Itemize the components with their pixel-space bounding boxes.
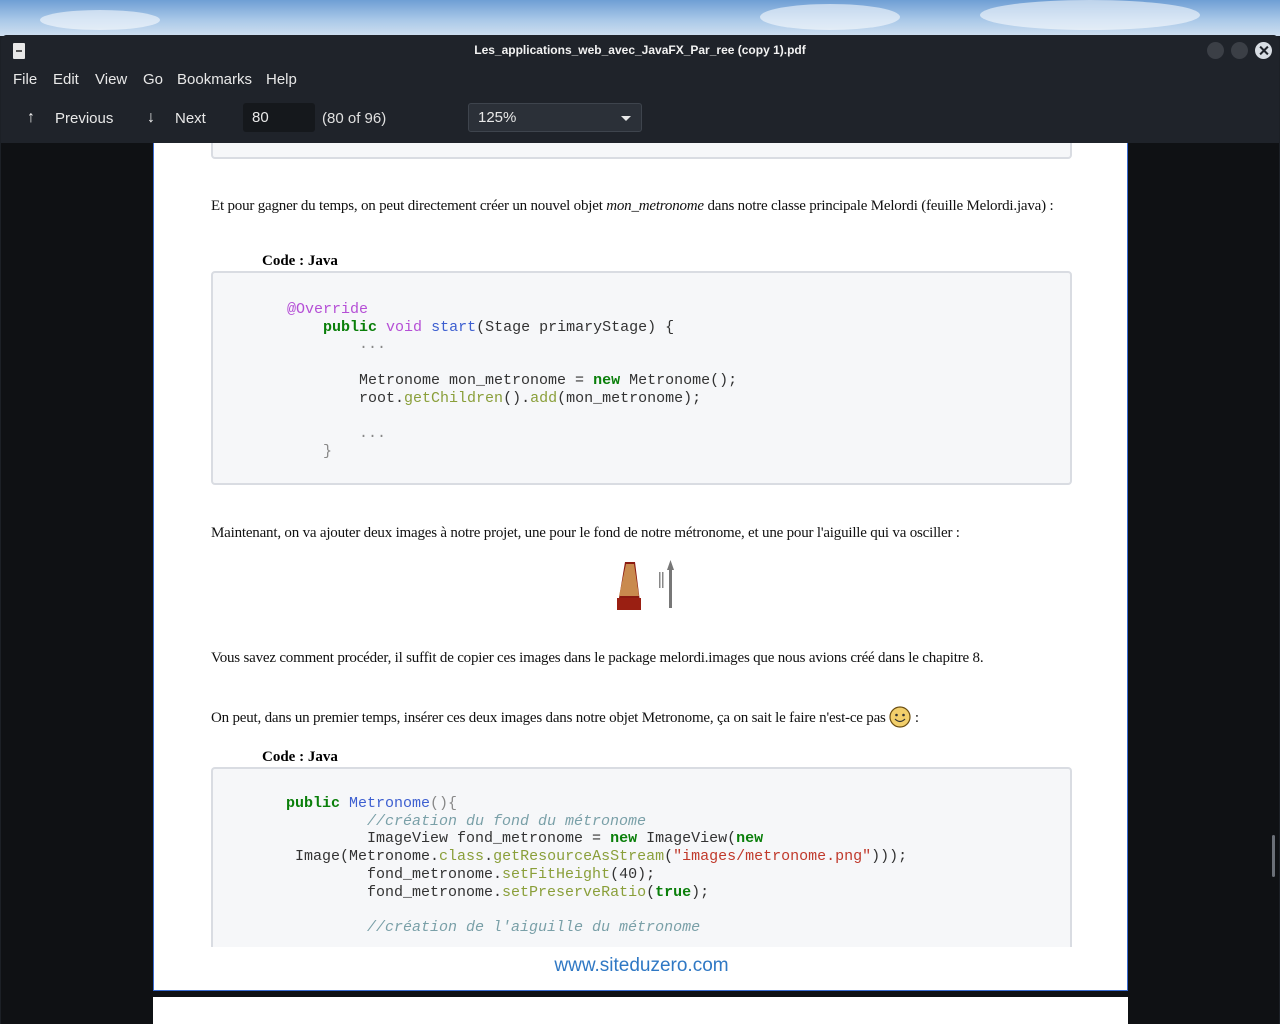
code-label: Code : Java xyxy=(262,749,338,765)
code-label: Code : Java xyxy=(262,253,338,269)
document-viewport[interactable]: Et pour gagner du temps, on peut directe… xyxy=(1,143,1279,1024)
dropdown-caret-icon xyxy=(621,116,631,121)
needle-image xyxy=(659,560,674,608)
pdf-viewer-window: Les_applications_web_avec_JavaFX_Par_ree… xyxy=(1,35,1279,1024)
next-label: Next xyxy=(175,109,206,127)
arrow-up-icon: ↑ xyxy=(27,109,35,126)
code-box-1: @Override public void start(Stage primar… xyxy=(211,271,1072,485)
vertical-scrollbar[interactable] xyxy=(1272,835,1275,877)
next-pdf-page xyxy=(153,997,1128,1024)
code-block-1: @Override public void start(Stage primar… xyxy=(287,301,738,460)
page-number-input[interactable] xyxy=(243,103,315,132)
next-button[interactable]: ↓ Next xyxy=(141,106,206,130)
menu-edit[interactable]: Edit xyxy=(53,71,79,88)
zoom-select[interactable]: 125% xyxy=(468,103,642,132)
code-block-2: public Metronome(){ //création du fond d… xyxy=(286,795,908,936)
paragraph-4: On peut, dans un premier temps, insérer … xyxy=(211,706,1081,728)
close-button[interactable] xyxy=(1255,42,1272,59)
previous-button[interactable]: ↑ Previous xyxy=(21,106,113,130)
footer-link[interactable]: www.siteduzero.com xyxy=(154,955,1129,977)
menu-go[interactable]: Go xyxy=(143,71,163,88)
page-count: (80 of 96) xyxy=(322,110,387,127)
smiley-icon xyxy=(889,706,911,728)
menu-help[interactable]: Help xyxy=(266,71,297,88)
arrow-down-icon: ↓ xyxy=(147,109,155,126)
minimize-button[interactable] xyxy=(1207,42,1224,59)
code-box-2: public Metronome(){ //création du fond d… xyxy=(211,767,1072,947)
previous-code-box xyxy=(211,143,1072,159)
maximize-button[interactable] xyxy=(1231,42,1248,59)
metronome-image xyxy=(617,560,674,610)
desktop-background xyxy=(0,0,1280,36)
window-title: Les_applications_web_avec_JavaFX_Par_ree… xyxy=(474,43,806,57)
pdf-page: Et pour gagner du temps, on peut directe… xyxy=(153,143,1128,991)
paragraph-3: Vous savez comment procéder, il suffit d… xyxy=(211,650,984,666)
previous-label: Previous xyxy=(55,109,114,127)
menu-bar: File Edit View Go Bookmarks Help xyxy=(1,66,1279,94)
menu-bookmarks[interactable]: Bookmarks xyxy=(177,71,252,88)
toolbar: ↑ Previous ↓ Next (80 of 96) 125% xyxy=(1,97,1279,139)
title-bar: Les_applications_web_avec_JavaFX_Par_ree… xyxy=(1,35,1279,66)
paragraph-2: Maintenant, on va ajouter deux images à … xyxy=(211,525,960,541)
menu-file[interactable]: File xyxy=(13,71,37,88)
menu-view[interactable]: View xyxy=(95,71,127,88)
zoom-value: 125% xyxy=(478,109,517,126)
paragraph-1: Et pour gagner du temps, on peut directe… xyxy=(211,198,1054,214)
